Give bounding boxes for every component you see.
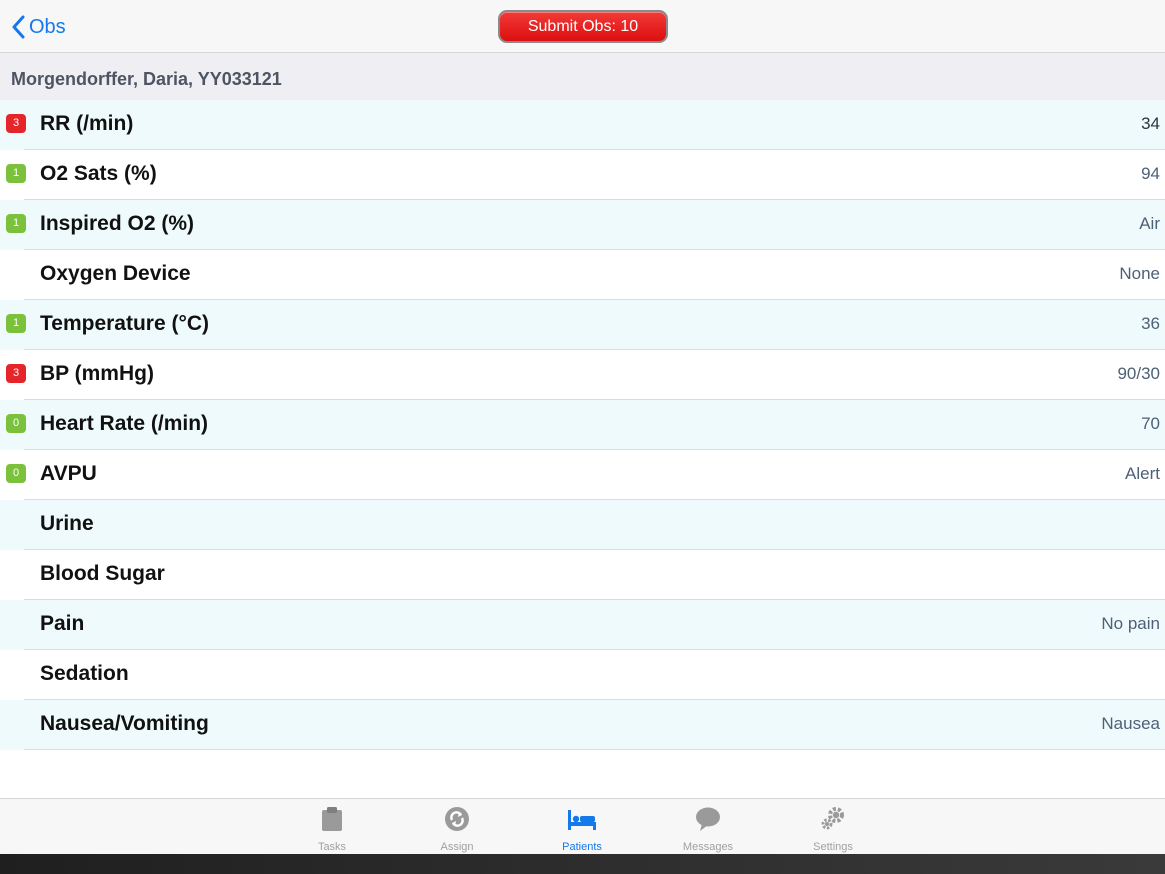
obs-row-bp[interactable]: 3 BP (mmHg) 90/30 (0, 350, 1165, 400)
obs-row-sedation[interactable]: Sedation (0, 650, 1165, 700)
bed-icon (568, 810, 596, 830)
score-badge: 3 (6, 114, 26, 133)
tab-patients[interactable]: Patients (532, 799, 632, 855)
obs-label: O2 Sats (%) (40, 162, 157, 185)
score-badge: 3 (6, 364, 26, 383)
obs-row-nausea-vomiting[interactable]: Nausea/Vomiting Nausea (0, 700, 1165, 750)
observations-list: 3 RR (/min) 34 1 O2 Sats (%) 94 1 Inspir… (0, 100, 1165, 750)
back-button[interactable]: Obs (11, 13, 66, 41)
obs-label: Blood Sugar (40, 562, 165, 585)
obs-label: Oxygen Device (40, 262, 191, 285)
obs-label: RR (/min) (40, 112, 134, 135)
tab-messages[interactable]: Messages (658, 799, 758, 855)
obs-row-pain[interactable]: Pain No pain (0, 600, 1165, 650)
obs-row-blood-sugar[interactable]: Blood Sugar (0, 550, 1165, 600)
device-bottom-bezel (0, 854, 1165, 874)
tab-assign[interactable]: Assign (407, 799, 507, 855)
tab-label: Patients (562, 841, 602, 853)
score-badge: 0 (6, 414, 26, 433)
obs-row-o2-sats[interactable]: 1 O2 Sats (%) 94 (0, 150, 1165, 200)
submit-obs-button[interactable]: Submit Obs: 10 (498, 10, 668, 43)
obs-label: Sedation (40, 662, 129, 685)
obs-label: Inspired O2 (%) (40, 212, 195, 235)
tab-label: Tasks (317, 841, 347, 853)
obs-label: Temperature (°C) (40, 312, 210, 335)
obs-row-inspired-o2[interactable]: 1 Inspired O2 (%) Air (0, 200, 1165, 250)
obs-value: 94 (1141, 164, 1160, 183)
obs-label: Urine (40, 512, 94, 535)
obs-value: Nausea (1101, 714, 1160, 733)
back-button-label: Obs (29, 15, 66, 38)
tab-label: Messages (682, 841, 734, 853)
obs-value: 90/30 (1117, 364, 1160, 383)
tab-label: Assign (440, 841, 474, 853)
obs-value: Alert (1125, 464, 1160, 483)
score-badge: 1 (6, 314, 26, 333)
obs-value: 70 (1141, 414, 1160, 433)
obs-row-temperature[interactable]: 1 Temperature (°C) 36 (0, 300, 1165, 350)
gears-icon (821, 807, 844, 830)
obs-row-rr[interactable]: 3 RR (/min) 34 (0, 100, 1165, 150)
obs-value: No pain (1101, 614, 1160, 633)
obs-label: Nausea/Vomiting (40, 712, 209, 735)
obs-label: BP (mmHg) (40, 362, 154, 385)
obs-value: 36 (1141, 314, 1160, 333)
refresh-icon (445, 807, 469, 831)
obs-label: Heart Rate (/min) (40, 412, 209, 435)
score-badge: 0 (6, 464, 26, 483)
obs-value: Air (1139, 214, 1160, 233)
obs-label: Pain (40, 612, 85, 635)
navigation-bar: Obs Submit Obs: 10 (0, 0, 1165, 53)
tab-settings[interactable]: Settings (783, 799, 883, 855)
obs-row-urine[interactable]: Urine (0, 500, 1165, 550)
chat-bubble-icon (696, 807, 720, 831)
tab-tasks[interactable]: Tasks (282, 799, 382, 855)
obs-row-oxygen-device[interactable]: Oxygen Device None (0, 250, 1165, 300)
obs-label: AVPU (40, 462, 97, 485)
clipboard-icon (322, 807, 342, 831)
obs-row-avpu[interactable]: 0 AVPU Alert (0, 450, 1165, 500)
tab-label: Settings (813, 841, 853, 853)
tab-bar: Tasks Assign Patients Messages Settings (0, 798, 1165, 855)
chevron-left-icon (12, 15, 25, 39)
score-badge: 1 (6, 214, 26, 233)
obs-row-heart-rate[interactable]: 0 Heart Rate (/min) 70 (0, 400, 1165, 450)
score-badge: 1 (6, 164, 26, 183)
patient-name: Morgendorffer, Daria, YY033121 (11, 69, 282, 89)
patient-header: Morgendorffer, Daria, YY033121 (0, 53, 1165, 100)
obs-value: 34 (1141, 114, 1160, 133)
obs-value: None (1119, 264, 1160, 283)
